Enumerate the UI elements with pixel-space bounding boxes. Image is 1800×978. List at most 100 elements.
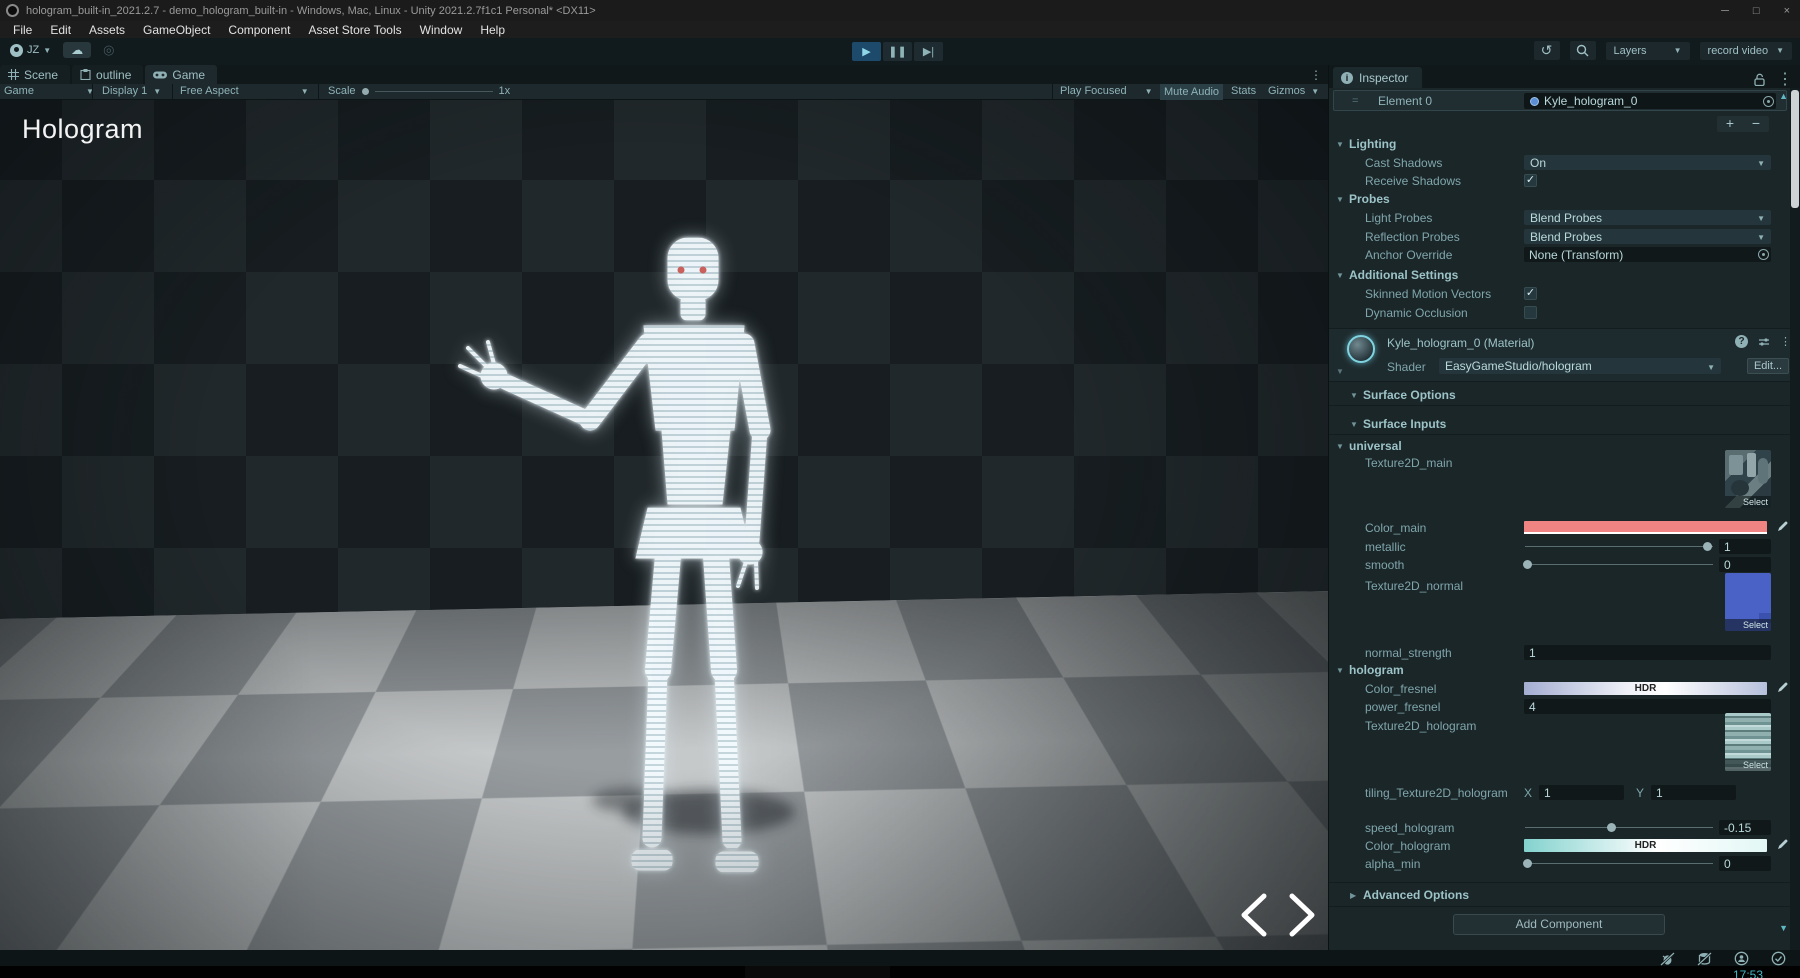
menu-asset-store-tools[interactable]: Asset Store Tools — [299, 23, 410, 37]
metallic-slider[interactable] — [1525, 542, 1713, 551]
color-hologram-swatch[interactable]: HDR — [1524, 839, 1767, 852]
inspector-scrollbar-thumb[interactable] — [1791, 90, 1799, 208]
services-button[interactable]: ◎ — [99, 41, 118, 59]
metallic-value-field[interactable]: 1 — [1719, 539, 1771, 554]
universal-foldout[interactable]: ▼ universal — [1329, 439, 1789, 455]
step-button[interactable]: ▶| — [914, 42, 943, 61]
scroll-down-icon[interactable]: ▼ — [1779, 923, 1788, 933]
layout-dropdown[interactable]: record video ▼ — [1699, 41, 1792, 60]
tab-inspector[interactable]: i Inspector — [1333, 67, 1423, 88]
eyedropper-icon[interactable] — [1777, 521, 1788, 535]
collab-icon[interactable] — [1734, 951, 1749, 966]
object-picker-icon[interactable] — [1763, 96, 1774, 107]
texture-hologram-thumbnail[interactable]: Select — [1725, 713, 1771, 771]
smooth-value-field[interactable]: 0 — [1719, 557, 1771, 572]
scale-slider-knob[interactable] — [361, 87, 369, 95]
help-icon[interactable]: ? — [1735, 335, 1748, 348]
speed-hologram-slider[interactable] — [1525, 823, 1713, 832]
surface-options-foldout[interactable]: ▼ Surface Options — [1329, 384, 1800, 406]
shader-edit-button[interactable]: Edit... — [1747, 358, 1789, 374]
title-bar: hologram_built-in_2021.2.7 - demo_hologr… — [0, 0, 1800, 21]
probes-foldout[interactable]: ▼ Probes — [1329, 192, 1789, 208]
play-button[interactable]: ▶ — [852, 42, 881, 61]
aspect-dropdown[interactable]: Free Aspect ▼ — [180, 85, 309, 97]
close-button[interactable]: × — [1784, 5, 1790, 17]
menu-window[interactable]: Window — [411, 23, 472, 37]
game-mode-dropdown[interactable]: Game ▼ — [4, 85, 94, 97]
color-fresnel-swatch[interactable]: HDR — [1524, 682, 1767, 695]
speed-hologram-value-field[interactable]: -0.15 — [1719, 820, 1771, 835]
reflection-probes-dropdown[interactable]: Blend Probes ▼ — [1524, 229, 1771, 244]
alpha-min-slider[interactable] — [1523, 859, 1713, 868]
mute-audio-toggle[interactable]: Mute Audio — [1160, 84, 1224, 100]
gizmos-dropdown[interactable]: Gizmos ▼ — [1268, 85, 1319, 97]
cast-shadows-dropdown[interactable]: On ▼ — [1524, 155, 1771, 170]
element-object-field[interactable]: Kyle_hologram_0 — [1524, 93, 1776, 109]
foldout-arrow-icon[interactable]: ▼ — [1336, 367, 1344, 376]
cloud-button[interactable]: ☁ — [63, 42, 92, 58]
smooth-slider[interactable] — [1523, 560, 1713, 569]
element-row[interactable]: = Element 0 Kyle_hologram_0 — [1333, 90, 1787, 111]
display-dropdown[interactable]: Display 1 ▼ — [102, 85, 161, 97]
drag-handle-icon[interactable]: = — [1352, 95, 1359, 107]
anchor-override-field[interactable]: None (Transform) — [1524, 247, 1771, 262]
add-element-button[interactable]: + — [1717, 116, 1743, 132]
power-fresnel-field[interactable]: 4 — [1524, 699, 1771, 714]
play-focused-dropdown[interactable]: Play Focused ▼ — [1060, 85, 1153, 97]
texture-select-button[interactable]: Select — [1725, 619, 1771, 631]
presets-icon[interactable] — [1758, 336, 1770, 348]
check-status-icon[interactable] — [1771, 951, 1786, 966]
hologram-foldout[interactable]: ▼ hologram — [1329, 663, 1789, 679]
tab-game[interactable]: Game — [145, 65, 218, 84]
additional-settings-foldout[interactable]: ▼ Additional Settings — [1329, 268, 1789, 284]
texture-main-thumbnail[interactable]: Select — [1725, 450, 1771, 508]
layers-dropdown[interactable]: Layers ▼ — [1605, 41, 1690, 60]
inspector-menu-icon[interactable]: ⋮ — [1777, 69, 1793, 89]
menu-file[interactable]: File — [4, 23, 41, 37]
shader-dropdown[interactable]: EasyGameStudio/hologram ▼ — [1439, 358, 1721, 374]
tab-outline[interactable]: outline — [72, 65, 144, 84]
add-component-button[interactable]: Add Component — [1453, 914, 1665, 935]
light-probes-dropdown[interactable]: Blend Probes ▼ — [1524, 210, 1771, 225]
object-picker-icon[interactable] — [1758, 249, 1769, 260]
next-arrow-button[interactable] — [1286, 892, 1318, 938]
eyedropper-icon[interactable] — [1777, 839, 1788, 853]
tab-scene[interactable]: Scene — [0, 65, 71, 84]
minimize-button[interactable]: ─ — [1721, 5, 1729, 17]
stats-toggle[interactable]: Stats — [1231, 85, 1256, 97]
menu-help[interactable]: Help — [471, 23, 514, 37]
texture-normal-thumbnail[interactable]: Select — [1725, 573, 1771, 631]
search-button[interactable] — [1569, 41, 1596, 60]
menu-assets[interactable]: Assets — [80, 23, 134, 37]
lock-icon[interactable] — [1754, 73, 1765, 86]
tiling-x-field[interactable]: 1 — [1539, 785, 1624, 800]
menu-edit[interactable]: Edit — [41, 23, 80, 37]
menu-gameobject[interactable]: GameObject — [134, 23, 219, 37]
maximize-button[interactable]: □ — [1753, 5, 1760, 17]
remove-element-button[interactable]: − — [1743, 116, 1769, 132]
inspector-scrollbar[interactable] — [1790, 88, 1800, 950]
scale-slider[interactable]: Scale 1x — [328, 85, 510, 97]
surface-inputs-foldout[interactable]: ▼ Surface Inputs — [1329, 413, 1800, 435]
account-dropdown[interactable]: JZ ▼ — [6, 42, 55, 59]
undo-history-button[interactable]: ↺ — [1533, 41, 1560, 60]
receive-shadows-checkbox[interactable]: ✓ — [1524, 174, 1537, 187]
normal-strength-field[interactable]: 1 — [1524, 645, 1771, 660]
eyedropper-icon[interactable] — [1777, 682, 1788, 696]
menu-component[interactable]: Component — [219, 23, 299, 37]
tabstrip-menu-icon[interactable]: ⋮ — [1310, 68, 1322, 82]
tiling-y-field[interactable]: 1 — [1651, 785, 1736, 800]
prev-arrow-button[interactable] — [1238, 892, 1270, 938]
cache-disabled-icon[interactable] — [1697, 951, 1712, 966]
texture-select-button[interactable]: Select — [1725, 496, 1771, 508]
color-main-swatch[interactable] — [1524, 521, 1767, 534]
dynamic-occlusion-checkbox[interactable] — [1524, 306, 1537, 319]
alpha-min-value-field[interactable]: 0 — [1719, 856, 1771, 871]
debugger-disabled-icon[interactable] — [1660, 951, 1675, 966]
scroll-up-icon[interactable]: ▲ — [1779, 91, 1788, 101]
pause-button[interactable]: ❚❚ — [883, 42, 912, 61]
advanced-options-foldout[interactable]: ▶ Advanced Options — [1329, 888, 1789, 904]
texture-select-button[interactable]: Select — [1725, 759, 1771, 771]
skinned-motion-vectors-checkbox[interactable]: ✓ — [1524, 287, 1537, 300]
lighting-foldout[interactable]: ▼ Lighting — [1329, 137, 1789, 153]
